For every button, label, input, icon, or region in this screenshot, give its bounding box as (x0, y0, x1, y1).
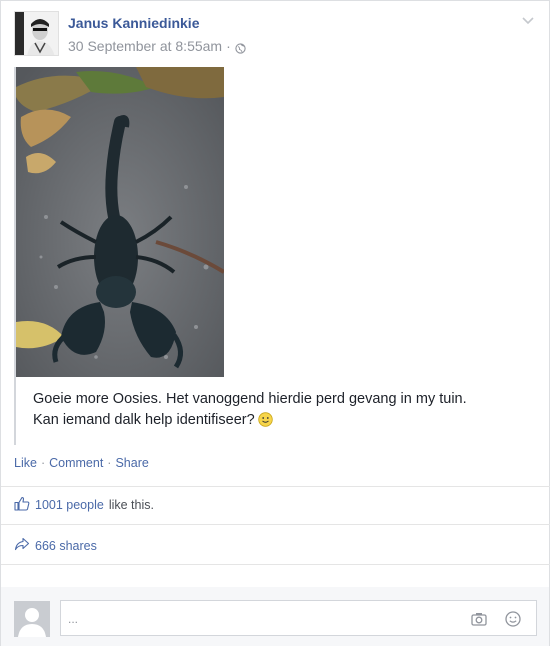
divider (1, 564, 550, 565)
post-text: Goeie more Oosies. Het vanoggend hierdie… (33, 389, 513, 431)
shares-count-link[interactable]: 666 shares (35, 539, 97, 553)
author-name[interactable]: Janus Kanniedinkie (68, 15, 199, 31)
post-photo[interactable] (16, 67, 224, 377)
post-timestamp[interactable]: 30 September at 8:55am (68, 38, 222, 54)
comment-composer: ... (1, 587, 549, 646)
post-text-line-2: Kan iemand dalk help identifiseer? (33, 412, 255, 428)
post-card: Janus Kanniedinkie 30 September at 8:55a… (0, 0, 550, 646)
likes-count-link[interactable]: 1001 people (35, 498, 104, 512)
share-link[interactable]: Share (115, 456, 148, 470)
emoji-icon[interactable] (504, 610, 522, 628)
post-meta: 30 September at 8:55am · (68, 38, 246, 54)
shared-content: Goeie more Oosies. Het vanoggend hierdie… (14, 67, 524, 445)
commenter-avatar (14, 601, 50, 637)
post-actions: Like · Comment · Share (14, 456, 149, 470)
chevron-down-icon[interactable] (520, 14, 536, 28)
comment-link[interactable]: Comment (49, 456, 103, 470)
like-link[interactable]: Like (14, 456, 37, 470)
smiley-icon (257, 412, 273, 427)
comment-placeholder: ... (68, 612, 79, 626)
likes-summary: 1001 people like this. (14, 496, 154, 514)
meta-separator: · (226, 38, 231, 54)
shares-summary: 666 shares (14, 537, 97, 554)
globe-icon[interactable] (235, 41, 246, 54)
author-avatar[interactable] (14, 11, 59, 56)
share-arrow-icon (14, 537, 30, 554)
thumbs-up-icon (14, 496, 30, 514)
post-text-line-1: Goeie more Oosies. Het vanoggend hierdie… (33, 391, 467, 407)
divider (1, 524, 550, 525)
comment-input[interactable]: ... (60, 600, 537, 636)
divider (1, 486, 550, 487)
action-separator: · (107, 456, 112, 470)
post-text-line-2-wrap: Kan iemand dalk help identifiseer? (33, 410, 513, 431)
action-separator: · (40, 456, 46, 470)
likes-suffix: like this. (108, 498, 154, 512)
camera-icon[interactable] (470, 610, 488, 628)
